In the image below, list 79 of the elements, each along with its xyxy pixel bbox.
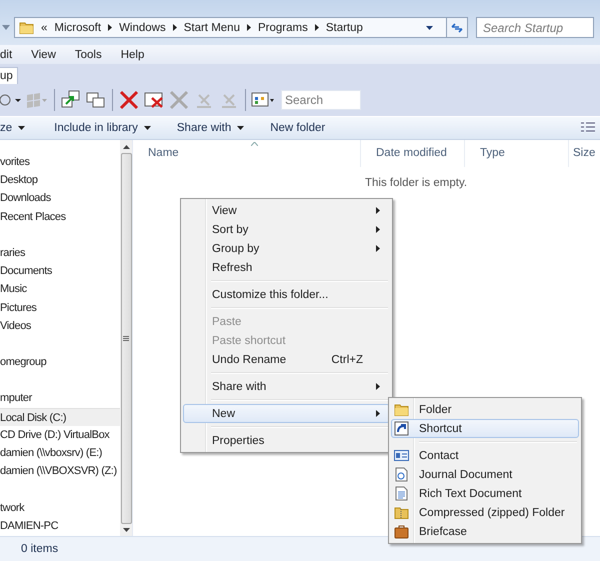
command-button[interactable]: ze: [0, 122, 26, 134]
breadcrumb-arrow-icon[interactable]: [172, 24, 177, 31]
menu-item[interactable]: Rich Text Document: [391, 484, 579, 503]
nav-item[interactable]: Recent Places: [0, 208, 120, 226]
breadcrumb[interactable]: Windows: [119, 22, 166, 34]
column-header[interactable]: Type: [465, 140, 569, 167]
nav-item[interactable]: Pictures: [0, 298, 120, 317]
menu-item[interactable]: Tools: [74, 48, 102, 60]
nav-item[interactable]: Videos: [0, 316, 120, 335]
breadcrumb[interactable]: Startup: [326, 22, 363, 34]
folder-icon: [394, 402, 409, 417]
menu-item[interactable]: dit: [0, 48, 12, 60]
menu-item[interactable]: Share with: [183, 377, 390, 396]
breadcrumb[interactable]: Microsoft: [54, 22, 102, 34]
item-count: 0 items: [21, 543, 58, 555]
menu-item[interactable]: Briefcase: [391, 522, 579, 541]
delete-icon[interactable]: [118, 89, 140, 111]
zip-icon: [394, 505, 409, 520]
scroll-down-icon[interactable]: [122, 528, 130, 532]
breadcrumb[interactable]: Start Menu: [184, 22, 240, 34]
nav-item[interactable]: DAMIEN-PC: [0, 516, 120, 535]
empty-message: This folder is empty.: [365, 177, 468, 189]
breadcrumb-arrow-icon[interactable]: [108, 24, 112, 31]
nav-group[interactable]: raries: [0, 244, 120, 262]
shortcut-icon: [394, 421, 409, 436]
nav-item[interactable]: damien (\\VBOXSVR) (Z:): [0, 462, 120, 480]
breadcrumb-arrow-icon[interactable]: [246, 24, 251, 31]
tab[interactable]: up: [0, 67, 18, 84]
scroll-up-icon[interactable]: [122, 145, 130, 149]
nav-item[interactable]: Music: [0, 280, 120, 298]
breadcrumb[interactable]: Programs: [258, 22, 308, 34]
grip-icon: [123, 336, 129, 341]
command-button[interactable]: Include in library: [54, 122, 151, 134]
menu-item[interactable]: Help: [120, 48, 144, 60]
folder-icon: [19, 20, 34, 35]
details-view-icon[interactable]: [581, 122, 595, 134]
menu-item: Paste shortcut: [211, 334, 287, 348]
shortcut-label: Ctrl+Z: [331, 354, 363, 366]
nav-item[interactable]: Downloads: [0, 189, 120, 208]
nav-group[interactable]: mputer: [0, 389, 120, 408]
menu-item[interactable]: Refresh: [183, 258, 390, 277]
command-button[interactable]: Share with: [176, 122, 244, 134]
breadcrumb-arrow-icon[interactable]: [314, 24, 319, 31]
overflow-chevron[interactable]: «: [41, 22, 48, 34]
menu-item[interactable]: Folder: [391, 400, 579, 419]
menu-item[interactable]: Customize this folder...: [183, 285, 390, 304]
menu-item[interactable]: Group by: [183, 239, 390, 258]
menu-item[interactable]: Sort by: [183, 220, 390, 239]
menu-item: Paste: [211, 314, 242, 330]
journal-icon: [394, 467, 409, 482]
menu-item[interactable]: Undo Rename Ctrl+Z: [183, 350, 390, 369]
document-icon: [394, 486, 409, 501]
menu-item[interactable]: Properties: [183, 431, 390, 450]
refresh-icon: [450, 22, 464, 34]
address-bar[interactable]: « Microsoft Windows Start Menu Programs Startup: [14, 17, 468, 38]
nav-group[interactable]: omegroup: [0, 353, 120, 372]
menu-item[interactable]: Shortcut: [391, 419, 579, 438]
menu-item[interactable]: View: [31, 48, 56, 60]
column-header[interactable]: Size: [569, 140, 599, 167]
menu-item[interactable]: New: [183, 404, 390, 423]
refresh-button[interactable]: [446, 18, 467, 37]
nav-item[interactable]: Desktop: [0, 171, 120, 190]
nav-item[interactable]: damien (\\vboxsrv) (E:): [0, 444, 120, 462]
nav-item[interactable]: CD Drive (D:) VirtualBox: [0, 426, 120, 444]
menu-item[interactable]: Journal Document: [391, 465, 579, 484]
nav-item[interactable]: Local Disk (C:): [0, 408, 120, 426]
column-header[interactable]: Date modified: [361, 140, 465, 167]
menu-item[interactable]: View: [183, 201, 390, 220]
contact-icon: [394, 448, 409, 463]
column-header[interactable]: Name: [133, 140, 361, 167]
menu-item[interactable]: Compressed (zipped) Folder: [391, 503, 579, 522]
nav-item[interactable]: Documents: [0, 262, 120, 280]
nav-group[interactable]: vorites: [0, 153, 120, 172]
dropdown-icon[interactable]: [426, 26, 433, 30]
briefcase-icon: [394, 524, 409, 539]
command-button[interactable]: New folder: [270, 122, 326, 134]
search-field[interactable]: Search Startup: [476, 17, 594, 38]
nav-group[interactable]: twork: [0, 498, 120, 517]
menu-item[interactable]: Contact: [391, 446, 579, 465]
